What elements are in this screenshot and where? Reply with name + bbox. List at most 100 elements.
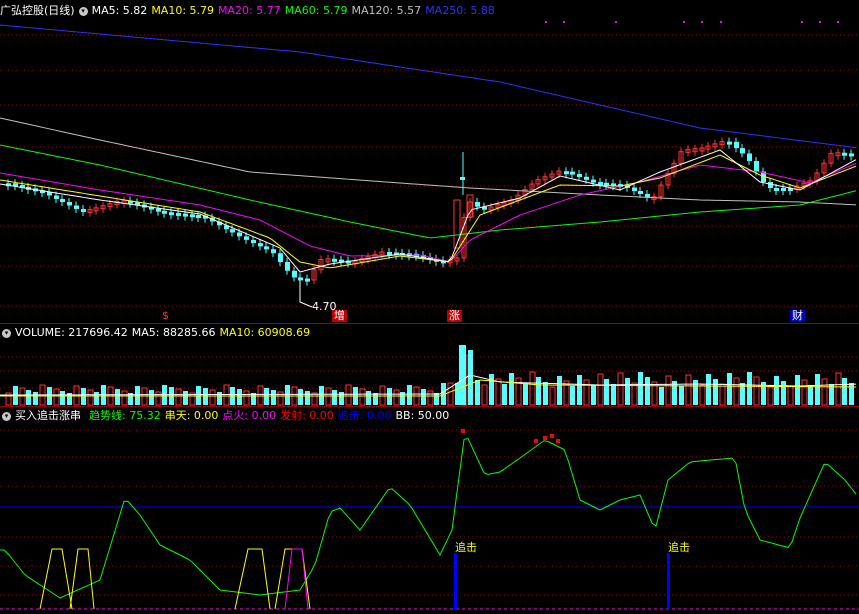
zhuiji-signal-bar <box>667 553 670 609</box>
candle-body <box>278 253 283 262</box>
candle-body <box>734 141 739 149</box>
signal-dot <box>701 21 703 23</box>
volume-bar <box>842 378 847 405</box>
volume-bar <box>591 385 596 405</box>
volume-bar <box>563 380 570 406</box>
volume-bar <box>87 389 94 406</box>
volume-bar <box>659 387 664 405</box>
candle-body <box>768 182 773 188</box>
signal-dot <box>683 21 685 23</box>
volume-bar <box>706 374 711 405</box>
volume-bar <box>815 374 820 405</box>
volume-bar <box>727 373 732 405</box>
volume-bar <box>366 391 371 405</box>
volume-bar <box>733 377 740 406</box>
candle-body <box>230 229 235 233</box>
volume-bar <box>781 381 786 405</box>
candle-body <box>332 258 337 262</box>
candle-body <box>638 191 643 194</box>
candle-body <box>285 262 290 271</box>
volume-bar <box>434 393 439 405</box>
volume-bar <box>373 393 378 405</box>
volume-bar <box>475 380 480 405</box>
candle-body <box>740 148 745 154</box>
candle-body <box>264 246 269 250</box>
candle-body <box>781 188 786 191</box>
candle-body <box>298 277 303 281</box>
volume-bar <box>685 374 692 406</box>
candle-body <box>271 249 276 254</box>
signal-dot <box>837 21 839 23</box>
volume-bar <box>407 385 412 405</box>
low-price-pointer <box>299 280 313 308</box>
volume-bar <box>243 390 250 406</box>
volume-bar <box>502 384 507 405</box>
fashe-signal-dot <box>461 429 465 433</box>
chuantian-signal <box>234 548 271 610</box>
volume-bar <box>427 390 434 406</box>
candle-body <box>244 236 249 240</box>
volume-bar <box>217 392 222 405</box>
volume-bar <box>305 391 310 405</box>
candle-body <box>591 179 596 183</box>
candle-body <box>584 176 589 180</box>
volume-bar <box>298 389 303 405</box>
volume-bar <box>665 375 672 406</box>
volume-bar <box>849 383 854 405</box>
volume-bar <box>94 392 99 405</box>
volume-bar <box>583 379 590 406</box>
signal-dot <box>720 21 722 23</box>
volume-bar <box>774 376 779 405</box>
volume-bar <box>421 389 426 405</box>
volume-bar <box>271 390 276 405</box>
volume-bar <box>489 374 494 405</box>
candle-body <box>570 171 575 175</box>
candle-body <box>460 177 465 180</box>
volume-bar <box>645 377 650 405</box>
candle-body <box>747 153 752 161</box>
volume-bar <box>60 391 65 405</box>
candle-body <box>453 199 461 249</box>
stock-chart-canvas[interactable] <box>0 0 859 614</box>
volume-bar <box>175 388 182 406</box>
volume-bar <box>393 389 400 406</box>
volume-bar <box>121 390 128 406</box>
chuantian-signal <box>39 548 73 610</box>
candle-body <box>258 243 263 247</box>
volume-bar <box>577 375 582 405</box>
volume-bar <box>155 391 162 406</box>
zhuiji-signal-bar <box>454 553 457 609</box>
candle-body <box>196 215 201 218</box>
candle-body <box>54 195 59 199</box>
signal-dot <box>615 21 617 23</box>
volume-bar <box>597 373 604 406</box>
dianhuo-signal <box>284 548 309 610</box>
volume-bar <box>549 386 556 406</box>
volume-bar <box>183 391 188 405</box>
candle-body <box>60 199 65 202</box>
volume-bar <box>332 390 337 405</box>
candle-body <box>74 205 79 209</box>
volume-bar <box>523 383 528 405</box>
volume-bar <box>459 345 466 405</box>
volume-bar <box>625 378 630 405</box>
candle-body <box>305 278 310 282</box>
volume-bar <box>557 376 562 405</box>
volume-bar <box>631 382 638 406</box>
candle-body <box>849 153 854 157</box>
volume-bar <box>617 372 624 406</box>
volume-bar <box>604 379 609 405</box>
candle-body <box>183 213 188 217</box>
candle-body <box>754 161 759 172</box>
volume-bar <box>719 383 726 406</box>
volume-bar <box>638 372 643 405</box>
candle-body <box>475 202 480 207</box>
fashe-signal-dot <box>543 436 547 440</box>
ma250-line <box>0 24 857 149</box>
candle-body <box>632 187 637 191</box>
fashe-signal-dot <box>556 439 560 443</box>
candle-body <box>162 210 167 214</box>
chuantian-signal <box>69 548 95 610</box>
candle-body <box>176 212 181 216</box>
volume-bar <box>209 389 216 406</box>
